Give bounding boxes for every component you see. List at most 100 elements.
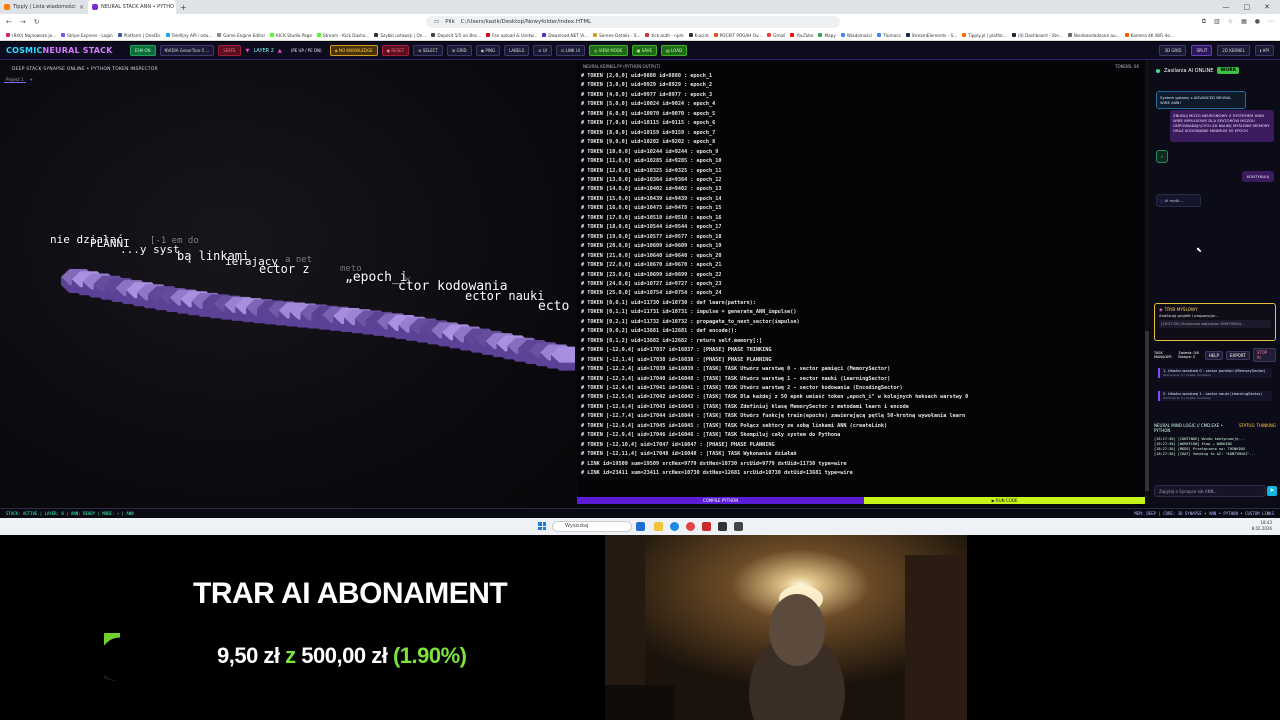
taskbar-clock[interactable]: 18:43 8.02.2026 (1252, 520, 1272, 532)
mode-log-field: [18:27:30] Otrzymano zapytanie: KONTYNUU… (1159, 320, 1271, 328)
toolbar-button[interactable]: ⊞ GRID (446, 45, 472, 56)
bookmark-item[interactable]: Fan upload & Usetw... (486, 33, 537, 38)
bookmark-item[interactable]: tick-auth - npm (645, 33, 684, 38)
bookmark-item[interactable]: Nienbandadzone au... (1067, 33, 1120, 38)
stop-ai-button[interactable]: STOP AI (1252, 348, 1276, 362)
bookmark-item[interactable]: Platform | OneDis (117, 33, 161, 38)
toolbar-button[interactable]: ESM ON (129, 45, 156, 56)
back-icon[interactable]: ← (6, 18, 12, 26)
toolbar-button[interactable]: SPLIT (1191, 45, 1213, 56)
help-button[interactable]: HELP (1204, 350, 1223, 360)
user-message: KONTYNUUJ (1242, 171, 1274, 182)
goal-amount: 9,50 zł (217, 643, 280, 668)
project-tab[interactable]: Project 1 (4, 77, 26, 83)
bookmark-item[interactable]: Stream - Kick Dasho... (316, 33, 369, 38)
minimize-icon[interactable]: — (1223, 3, 1230, 11)
app-status-bar: STACK: ACTIVE | LAYER: 0 | ANN: READY | … (0, 508, 1280, 518)
chrome-icon[interactable] (686, 522, 695, 531)
toolbar-button[interactable]: ◈ NO KNOWLEDGE (329, 45, 378, 56)
layer-down-button[interactable]: ▼ (246, 48, 250, 54)
extensions-icon[interactable]: ⧉ (1202, 18, 1206, 26)
toolbar-button[interactable]: LABELS (504, 45, 530, 56)
browser-tab-active[interactable]: NEURAL STACK ANN • PYTHO× (88, 0, 176, 14)
toolbar-button[interactable]: 3D GRID (1159, 45, 1187, 56)
compile-python-button[interactable]: COMPILE PYTHON (577, 497, 864, 504)
bookmark-item[interactable]: Wiadomości (840, 33, 872, 38)
toolbar-button[interactable]: ◎ VIEW MODE (588, 45, 628, 56)
toolbar-button[interactable]: NVIDIA GeaorTron-5 ... (159, 45, 215, 56)
bookmark-item[interactable]: Kamera 4K WiFi do... (1124, 33, 1174, 38)
bookmark-item[interactable]: StreamElements - S... (905, 33, 957, 38)
console-line: # TOKEN [20,0,0] uid=10609 id=9609 : epo… (581, 243, 722, 250)
windows-start-icon[interactable] (538, 522, 546, 530)
console-scrollbar[interactable] (1145, 61, 1149, 504)
forward-icon[interactable]: → (20, 18, 26, 26)
task-view-icon[interactable] (636, 522, 645, 531)
reload-icon[interactable]: ↻ (34, 18, 40, 26)
toolbar-button[interactable]: ⊕ SELECT (413, 45, 443, 56)
bookmark-item[interactable]: Telefijny API i odu... (165, 33, 212, 38)
bookmark-item[interactable]: Szybki ustawcji | On... (374, 33, 426, 38)
toolbar-button[interactable]: ℹ API (1254, 45, 1274, 56)
close-window-icon[interactable]: ✕ (1264, 3, 1270, 11)
app-icon[interactable] (718, 522, 727, 531)
add-project-button[interactable]: + (30, 77, 33, 83)
bookmark-item[interactable]: POCKIT POGAH Ov... (713, 33, 762, 38)
3d-viewport[interactable]: DEEP STACK SYNAPSE ONLINE • PYTHON TOKEN… (0, 61, 575, 508)
collections-icon[interactable]: ▦ (1241, 18, 1247, 26)
send-button[interactable]: ➤ (1267, 486, 1277, 496)
edge-icon[interactable] (670, 522, 679, 531)
export-button[interactable]: EXPORT (1225, 350, 1250, 360)
browser-tab[interactable]: Tipply | Lista wiadomości × (0, 0, 88, 14)
bookmark-item[interactable]: K-acint (688, 33, 709, 38)
bookmark-item[interactable]: YouTube (790, 33, 813, 38)
bookmark-item[interactable]: Gmail (767, 33, 785, 38)
bookmark-item[interactable]: Serene Details - S... (593, 33, 640, 38)
layer-up-button[interactable]: ▲ (278, 48, 282, 54)
toolbar-button[interactable]: ● RESET (381, 45, 410, 56)
toolbar-button[interactable]: SEKTE (218, 45, 241, 56)
toolbar-button[interactable]: ▣ SAVE (631, 45, 657, 56)
chat-input[interactable]: Zapytaj o Synapse lub ANN... (1154, 485, 1266, 497)
menu-icon[interactable]: ⋯ (1268, 18, 1274, 26)
bookmark-item[interactable]: Tłumacz (877, 33, 901, 38)
terminal-icon[interactable] (734, 522, 743, 531)
toolbar-button[interactable]: ⊘ UI (533, 45, 552, 56)
bookmark-item[interactable]: (940) Najnowsze je... (6, 33, 56, 38)
browser-actions: ⧉ ▥ ☆ ▦ ● ⋯ (1202, 18, 1274, 26)
profile-icon[interactable]: ● (1255, 18, 1260, 26)
task-item[interactable]: 1. Utwórz warstwę 0 - sector pamięci (Me… (1158, 368, 1272, 378)
new-tab-button[interactable]: + (176, 3, 191, 12)
logo-part-2: NEURAL STACK (42, 46, 113, 55)
run-code-button[interactable]: ▶ RUN CODE (864, 497, 1145, 504)
goal-target: 500,00 zł (301, 643, 388, 668)
bookmark-item[interactable]: Download.NET Vi... (542, 33, 588, 38)
taskbar-search[interactable]: Wyszukaj (552, 521, 632, 532)
bookmark-item[interactable]: KICK Studio Page (270, 33, 312, 38)
bookmark-item[interactable]: Tipply.pl | platfor... (962, 33, 1007, 38)
toolbar-button[interactable]: ◉ PING (475, 45, 501, 56)
address-bar[interactable]: ▭ Plik C:/Users/kazik/Desktop/Nowyfolder… (426, 16, 840, 28)
console-line: # TOKEN [0,0,1] uid=11730 id=10730 : def… (581, 299, 756, 306)
bookmark-item[interactable]: (4) Dashboard - Ste... (1011, 33, 1063, 38)
task-item[interactable]: 2. Utwórz warstwę 1 - sector nauki (Lear… (1158, 391, 1272, 401)
console-line: # TOKEN [4,0,0] uid=9977 id=8977 : epoch… (581, 91, 713, 98)
file-explorer-icon[interactable] (654, 522, 663, 531)
bookmark-favicon-icon (767, 33, 772, 37)
console-line: # TOKEN [17,0,0] uid=10510 id=9510 : epo… (581, 214, 722, 221)
toolbar-button[interactable]: (PE UP / PE DN) (287, 45, 326, 56)
close-tab-icon[interactable]: × (79, 4, 84, 11)
maximize-icon[interactable]: □ (1244, 3, 1251, 11)
toolbar-button[interactable]: 2D KERNEL (1217, 45, 1250, 56)
app-icon[interactable] (702, 522, 711, 531)
sidebar-icon[interactable]: ▥ (1214, 18, 1220, 26)
bookmark-item[interactable]: Stripe Express - Login (61, 33, 113, 38)
bookmark-item[interactable]: Game Engine Editor (217, 33, 265, 38)
toolbar-button[interactable]: ⊡ LINK UI (555, 45, 585, 56)
bookmark-item[interactable]: Mapy (818, 33, 836, 38)
scrollbar-thumb[interactable] (1145, 331, 1149, 491)
task-count: Zadania: 0/8 Bieżące: 0 (1178, 351, 1199, 359)
favorites-icon[interactable]: ☆ (1228, 18, 1233, 26)
bookmark-item[interactable]: Deposit 5/5 on Bec... (431, 33, 481, 38)
toolbar-button[interactable]: ▤ LOAD (661, 45, 688, 56)
